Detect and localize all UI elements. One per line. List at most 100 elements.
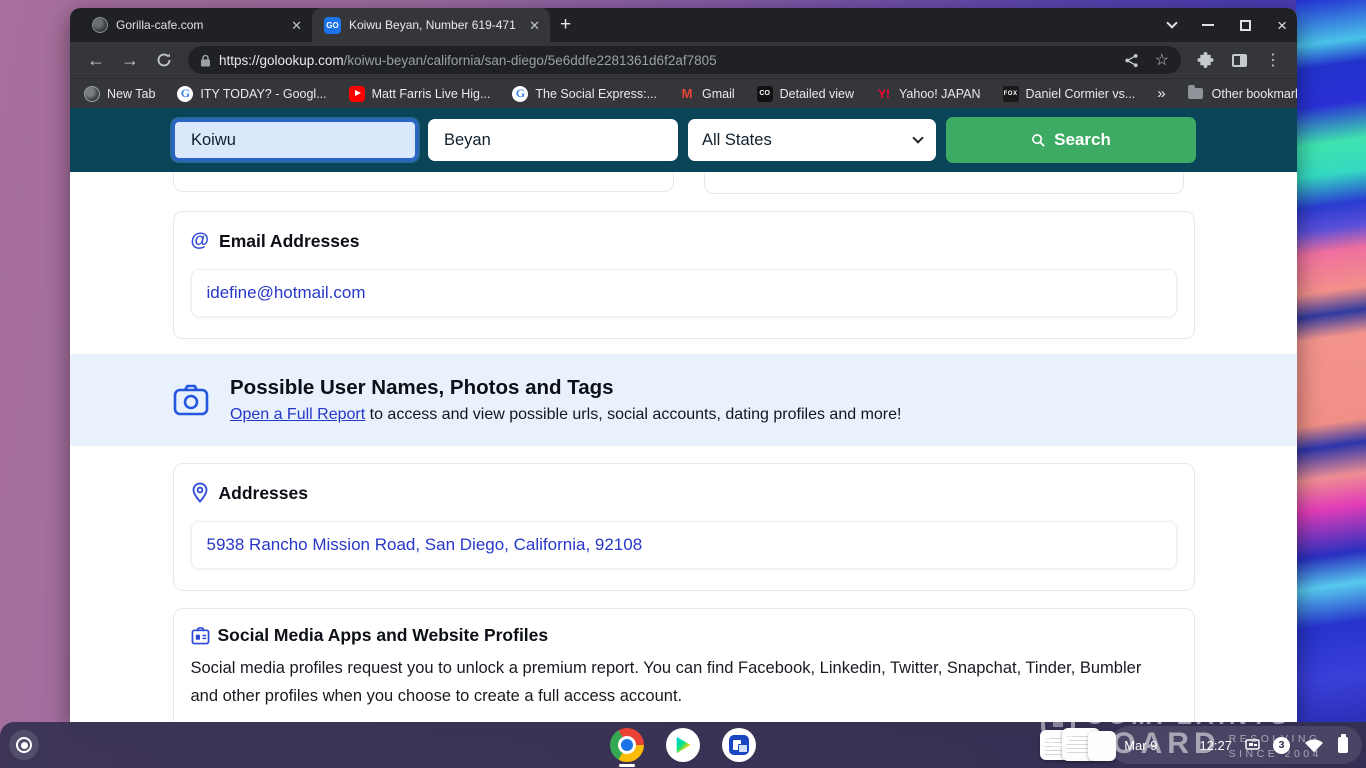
bookmark-gmail[interactable]: M Gmail <box>679 86 735 102</box>
share-icon[interactable] <box>1124 53 1139 68</box>
profiles-badge-icon <box>191 627 210 645</box>
url-host: https://golookup.com <box>219 53 344 68</box>
addresses-card: Addresses 5938 Rancho Mission Road, San … <box>173 463 1195 591</box>
extensions-button[interactable] <box>1191 46 1219 74</box>
close-window-button[interactable]: × <box>1277 17 1287 34</box>
youtube-icon <box>349 86 365 102</box>
launcher-icon <box>21 742 28 749</box>
address-bar[interactable]: https://golookup.com/koiwu-beyan/califor… <box>188 46 1181 74</box>
bookmark-label: Daniel Cormier vs... <box>1026 87 1136 101</box>
full-report-banner: Possible User Names, Photos and Tags Ope… <box>70 354 1297 446</box>
bookmark-star-icon[interactable]: ☆ <box>1155 50 1169 70</box>
co-badge-icon: CO <box>757 86 773 102</box>
email-at-icon: @ <box>191 230 210 252</box>
tab-close-icon[interactable]: ✕ <box>529 19 540 32</box>
tab-favicon-globe-icon <box>92 17 108 33</box>
page-content: @ Email Addresses idefine@hotmail.com Ad… <box>70 172 1297 722</box>
first-name-input[interactable] <box>172 119 418 161</box>
bookmark-detailed-view[interactable]: CO Detailed view <box>757 86 854 102</box>
bookmark-social-express[interactable]: G The Social Express:... <box>512 86 657 102</box>
camera-icon <box>173 384 209 416</box>
play-store-icon <box>674 736 692 754</box>
back-button[interactable]: ← <box>82 46 110 74</box>
display-icon <box>1245 739 1260 752</box>
bookmark-yahoo-japan[interactable]: Y! Yahoo! JAPAN <box>876 86 981 102</box>
url-text: https://golookup.com/koiwu-beyan/califor… <box>219 53 1116 68</box>
open-full-report-link[interactable]: Open a Full Report <box>230 406 365 423</box>
other-bookmarks-label: Other bookmarks <box>1212 87 1297 101</box>
lock-icon <box>200 54 211 67</box>
banner-rest-text: to access and view possible urls, social… <box>365 406 901 423</box>
files-icon <box>729 735 749 755</box>
addresses-card-title: Addresses <box>219 483 309 504</box>
window-menu-chevron-icon[interactable] <box>1166 17 1177 28</box>
bookmark-label: Yahoo! JAPAN <box>899 87 981 101</box>
tab-close-icon[interactable]: ✕ <box>291 19 302 32</box>
side-panel-button[interactable] <box>1225 46 1253 74</box>
yahoo-icon: Y! <box>876 86 892 102</box>
status-tray[interactable]: Mar 9 12:27 3 <box>1110 726 1362 764</box>
chevron-down-icon <box>912 132 923 143</box>
tab-koiwu-beyan[interactable]: GO Koiwu Beyan, Number 619-471 ✕ <box>312 8 550 42</box>
google-g-icon: G <box>512 86 528 102</box>
launcher-button[interactable] <box>9 730 39 760</box>
side-panel-icon <box>1232 54 1247 67</box>
bookmark-matt-farris[interactable]: Matt Farris Live Hig... <box>349 86 491 102</box>
shelf: Mar 9 12:27 3 <box>0 722 1366 768</box>
email-card-title: Email Addresses <box>219 231 359 252</box>
tab-gorilla-cafe[interactable]: Gorilla-cafe.com ✕ <box>80 8 312 42</box>
search-button-label: Search <box>1054 130 1111 150</box>
partial-card-right <box>704 172 1184 194</box>
social-card-body: Social media profiles request you to unl… <box>191 654 1171 710</box>
banner-title: Possible User Names, Photos and Tags <box>230 376 901 400</box>
bookmark-ity-today[interactable]: G ITY TODAY? - Googl... <box>177 86 326 102</box>
holding-space-tote[interactable] <box>1040 728 1116 762</box>
bookmark-new-tab[interactable]: New Tab <box>84 86 155 102</box>
reload-icon <box>156 52 172 68</box>
play-store-app-icon[interactable] <box>666 728 700 762</box>
new-tab-button[interactable]: + <box>560 14 571 36</box>
chrome-app-icon[interactable] <box>610 728 644 762</box>
other-bookmarks[interactable]: Other bookmarks <box>1188 87 1297 101</box>
search-button[interactable]: Search <box>946 117 1196 163</box>
map-pin-icon <box>191 482 209 504</box>
tab-title: Gorilla-cafe.com <box>116 18 283 32</box>
wifi-icon <box>1303 737 1325 754</box>
social-media-card: Social Media Apps and Website Profiles S… <box>173 608 1195 722</box>
active-app-indicator <box>619 764 635 767</box>
bookmark-label: Detailed view <box>780 87 854 101</box>
partial-card-left <box>173 172 674 192</box>
browser-toolbar: ← → https://golookup.com/koiwu-beyan/cal… <box>70 42 1297 78</box>
last-name-input[interactable] <box>428 119 678 161</box>
forward-button[interactable]: → <box>116 46 144 74</box>
shelf-date: Mar 9 <box>1124 738 1157 753</box>
folder-icon <box>1188 88 1203 99</box>
tab-strip: Gorilla-cafe.com ✕ GO Koiwu Beyan, Numbe… <box>70 8 1297 42</box>
tab-favicon-go-icon: GO <box>324 17 341 34</box>
bookmark-label: Gmail <box>702 87 735 101</box>
browser-window: Gorilla-cafe.com ✕ GO Koiwu Beyan, Numbe… <box>70 8 1297 722</box>
bookmark-label: ITY TODAY? - Googl... <box>200 87 326 101</box>
site-search-header: All States Search <box>70 108 1297 172</box>
email-addresses-card: @ Email Addresses idefine@hotmail.com <box>173 211 1195 339</box>
window-controls: × <box>1168 8 1287 42</box>
social-card-title: Social Media Apps and Website Profiles <box>218 625 549 646</box>
gmail-icon: M <box>679 86 695 102</box>
reload-button[interactable] <box>150 46 178 74</box>
browser-menu-button[interactable]: ⋮ <box>1259 46 1287 74</box>
maximize-button[interactable] <box>1240 20 1251 31</box>
search-icon <box>1031 133 1046 148</box>
bookmarks-overflow-chevron[interactable]: » <box>1157 85 1165 102</box>
battery-icon <box>1338 737 1348 753</box>
files-app-icon[interactable] <box>722 728 756 762</box>
bookmark-daniel-cormier[interactable]: FOX Daniel Cormier vs... <box>1003 86 1136 102</box>
notification-counter: 3 <box>1273 737 1290 754</box>
state-select[interactable]: All States <box>688 119 936 161</box>
address-link[interactable]: 5938 Rancho Mission Road, San Diego, Cal… <box>207 535 643 555</box>
desktop-wallpaper-stripes <box>1296 0 1366 768</box>
fox-icon: FOX <box>1003 86 1019 102</box>
email-link[interactable]: idefine@hotmail.com <box>207 283 366 303</box>
shelf-clock: 12:27 <box>1199 738 1232 753</box>
minimize-button[interactable] <box>1202 24 1214 26</box>
google-g-icon: G <box>177 86 193 102</box>
